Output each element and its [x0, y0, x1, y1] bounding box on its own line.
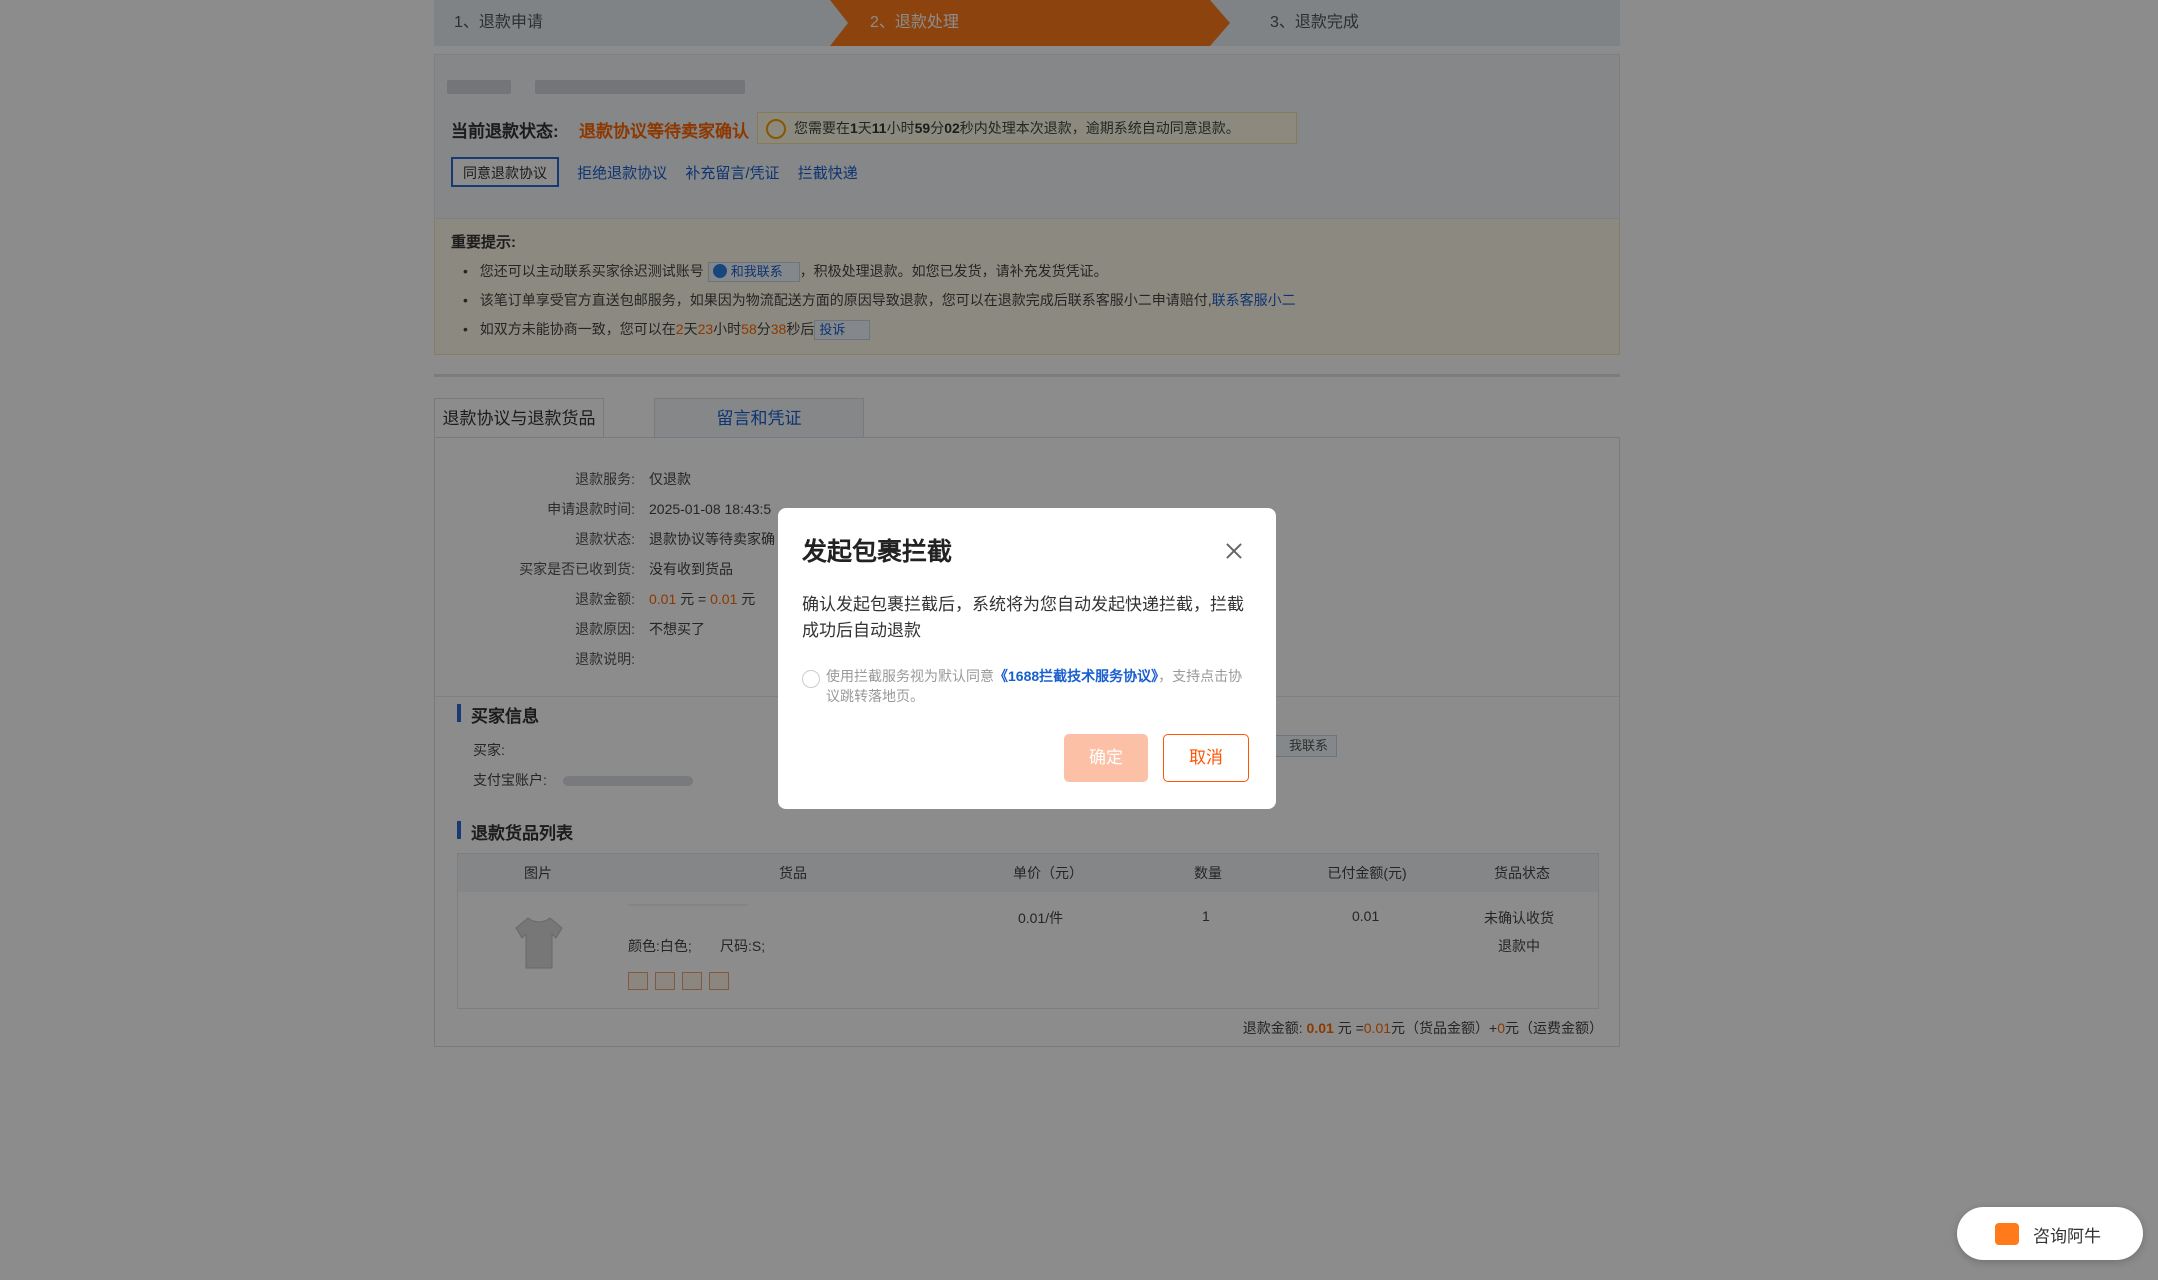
- cancel-button[interactable]: 取消: [1163, 734, 1249, 782]
- service-agreement-link[interactable]: 《1688拦截技术服务协议》: [994, 668, 1158, 684]
- confirm-button[interactable]: 确定: [1064, 734, 1148, 782]
- dialog-message: 确认发起包裹拦截后，系统将为您自动发起快递拦截，拦截成功后自动退款: [802, 595, 1244, 640]
- dialog-title: 发起包裹拦截: [802, 538, 953, 566]
- consult-aniu-button[interactable]: 咨询阿牛: [1957, 1207, 2143, 1260]
- aniu-icon: [1995, 1223, 2019, 1245]
- intercept-dialog: 发起包裹拦截 确认发起包裹拦截后，系统将为您自动发起快递拦截，拦截成功后自动退款…: [778, 508, 1276, 809]
- consult-label: 咨询阿牛: [2033, 1227, 2101, 1246]
- agree-radio[interactable]: [802, 670, 820, 688]
- close-icon[interactable]: [1223, 540, 1245, 562]
- agreement-text: 使用拦截服务视为默认同意《1688拦截技术服务协议》，支持点击协议跳转落地页。: [826, 668, 1243, 704]
